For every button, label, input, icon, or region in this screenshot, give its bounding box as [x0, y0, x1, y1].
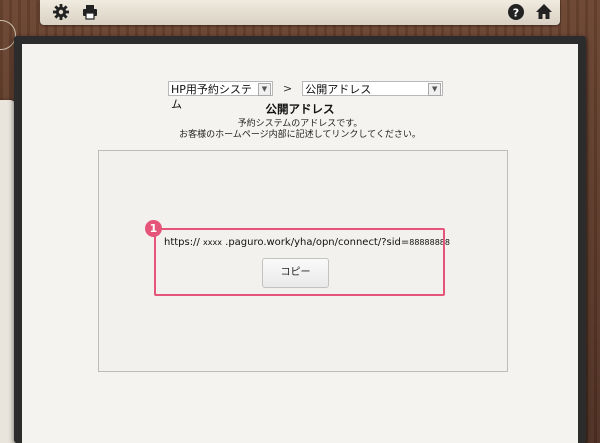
annotation-highlight-box [154, 228, 445, 296]
page-select-value: 公開アドレス [305, 82, 372, 96]
system-select[interactable]: HP用予約システム ▼ [168, 80, 273, 111]
chevron-down-icon: ▼ [428, 82, 442, 96]
svg-text:?: ? [513, 6, 519, 19]
breadcrumb-separator: > [283, 81, 293, 95]
page-description-line2: お客様のホームページ内部に記述してリンクしてください。 [179, 130, 421, 140]
page-select[interactable]: 公開アドレス ▼ [302, 80, 444, 96]
gear-icon[interactable] [52, 3, 70, 21]
chevron-down-icon: ▼ [258, 82, 271, 96]
top-toolbar: ? [40, 0, 560, 25]
page-title: 公開アドレス [265, 102, 335, 116]
breadcrumb: HP用予約システム ▼ > 公開アドレス ▼ [168, 80, 444, 111]
home-icon[interactable] [535, 3, 553, 21]
annotation-number-badge: 1 [145, 220, 162, 237]
help-icon[interactable]: ? [507, 3, 525, 21]
printer-icon[interactable] [81, 3, 99, 21]
